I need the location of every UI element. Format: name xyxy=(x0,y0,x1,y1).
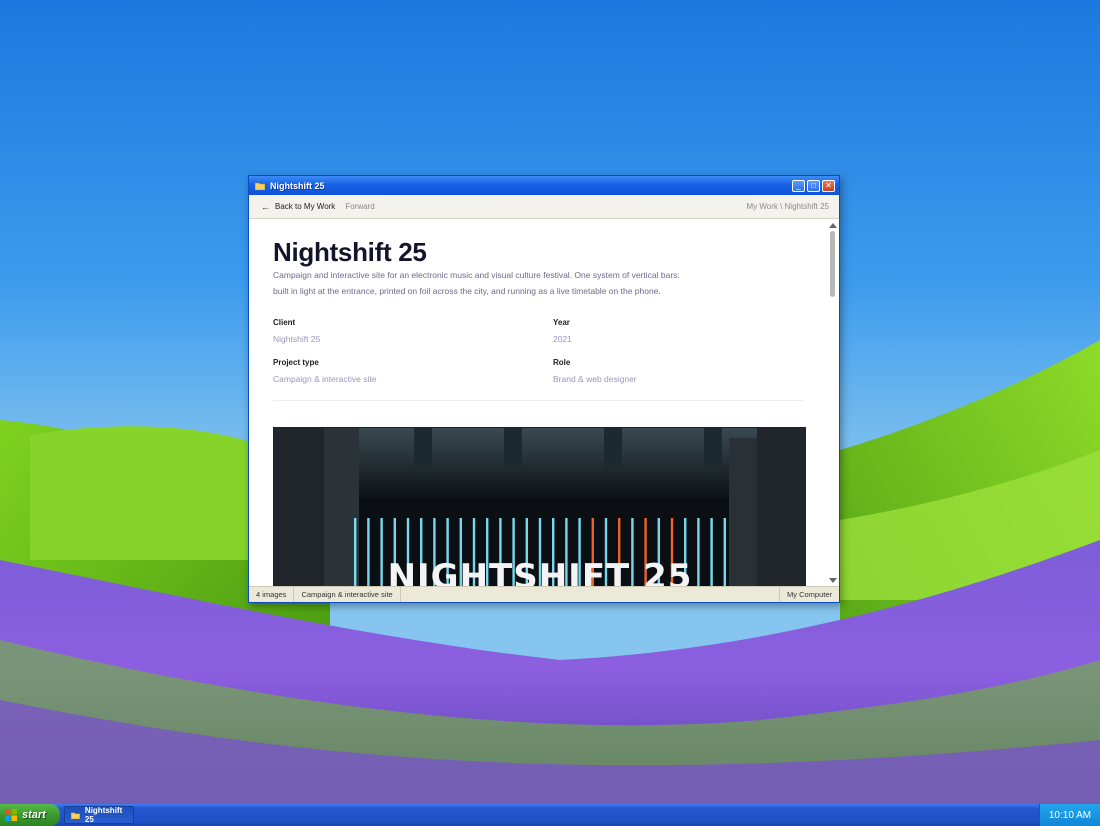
page-title: Nightshift 25 xyxy=(273,237,427,267)
meta-role-value: Brand & web designer xyxy=(553,374,637,384)
folder-icon xyxy=(255,182,265,190)
meta-type-value: Campaign & interactive site xyxy=(273,374,377,384)
content-pane[interactable]: Nightshift 25 Campaign and interactive s… xyxy=(249,219,839,587)
section-divider xyxy=(273,400,803,401)
status-category: Campaign & interactive site xyxy=(294,587,401,602)
meta-project-type: Project type Campaign & interactive site xyxy=(273,358,376,384)
light-bar xyxy=(354,518,357,587)
start-label: start xyxy=(22,809,46,821)
light-bar xyxy=(380,518,383,587)
summary-line: built in light at the entrance, printed … xyxy=(273,286,661,296)
light-bar xyxy=(710,518,713,587)
summary-line: Campaign and interactive site for an ele… xyxy=(273,270,680,280)
status-bar: 4 images Campaign & interactive site My … xyxy=(249,586,839,602)
minimize-button[interactable]: _ xyxy=(792,179,805,192)
back-arrow-icon: ← xyxy=(261,201,270,212)
light-bar xyxy=(697,518,700,587)
meta-role-label: Role xyxy=(553,358,571,367)
windows-flag-icon xyxy=(5,809,17,821)
meta-year: Year 2021 xyxy=(553,318,572,344)
hero-image[interactable]: NIGHTSHIFT 25 xyxy=(273,427,806,587)
meta-client: Client Nightshift 25 xyxy=(273,318,320,344)
hero-illustration: NIGHTSHIFT 25 xyxy=(274,428,805,587)
meta-type-label: Project type xyxy=(273,358,319,367)
status-image-count: 4 images xyxy=(249,587,295,602)
window-title: Nightshift 25 xyxy=(270,180,325,191)
back-button[interactable]: ← Back to My Work xyxy=(261,202,335,212)
window-titlebar[interactable]: Nightshift 25 _ □ ✕ xyxy=(249,176,839,195)
meta-year-label: Year xyxy=(553,318,570,327)
window-toolbar: ← Back to My Work Forward My Work \ Nigh… xyxy=(249,195,839,219)
meta-role: Role Brand & web designer xyxy=(553,358,637,384)
taskbar-item-label: Nightshift 25 xyxy=(84,806,123,824)
system-tray-clock[interactable]: 10:10 AM xyxy=(1039,804,1100,826)
close-button[interactable]: ✕ xyxy=(822,179,835,192)
taskbar-item-nightshift[interactable]: Nightshift 25 xyxy=(64,806,134,824)
taskbar: start Nightshift 25 10:10 AM xyxy=(0,804,1100,826)
scroll-thumb[interactable] xyxy=(830,231,835,297)
hero-title-text: NIGHTSHIFT 25 xyxy=(388,557,693,587)
scroll-up-arrow-icon[interactable] xyxy=(829,223,837,228)
light-bar xyxy=(367,518,370,587)
project-summary: Campaign and interactive site for an ele… xyxy=(273,267,713,299)
light-bar xyxy=(723,518,726,587)
forward-button[interactable]: Forward xyxy=(345,202,374,211)
meta-year-value: 2021 xyxy=(553,334,572,344)
folder-icon xyxy=(71,812,80,819)
start-button[interactable]: start xyxy=(0,804,60,826)
vertical-scrollbar[interactable] xyxy=(827,219,839,587)
project-window: Nightshift 25 _ □ ✕ ← Back to My Work Fo… xyxy=(248,175,840,603)
breadcrumb: My Work \ Nightshift 25 xyxy=(746,202,829,211)
meta-client-label: Client xyxy=(273,318,296,327)
maximize-button[interactable]: □ xyxy=(807,179,820,192)
back-button-label: Back to My Work xyxy=(275,202,336,211)
meta-client-value: Nightshift 25 xyxy=(273,334,321,344)
scroll-down-arrow-icon[interactable] xyxy=(829,578,837,583)
status-zone: My Computer xyxy=(778,587,839,602)
